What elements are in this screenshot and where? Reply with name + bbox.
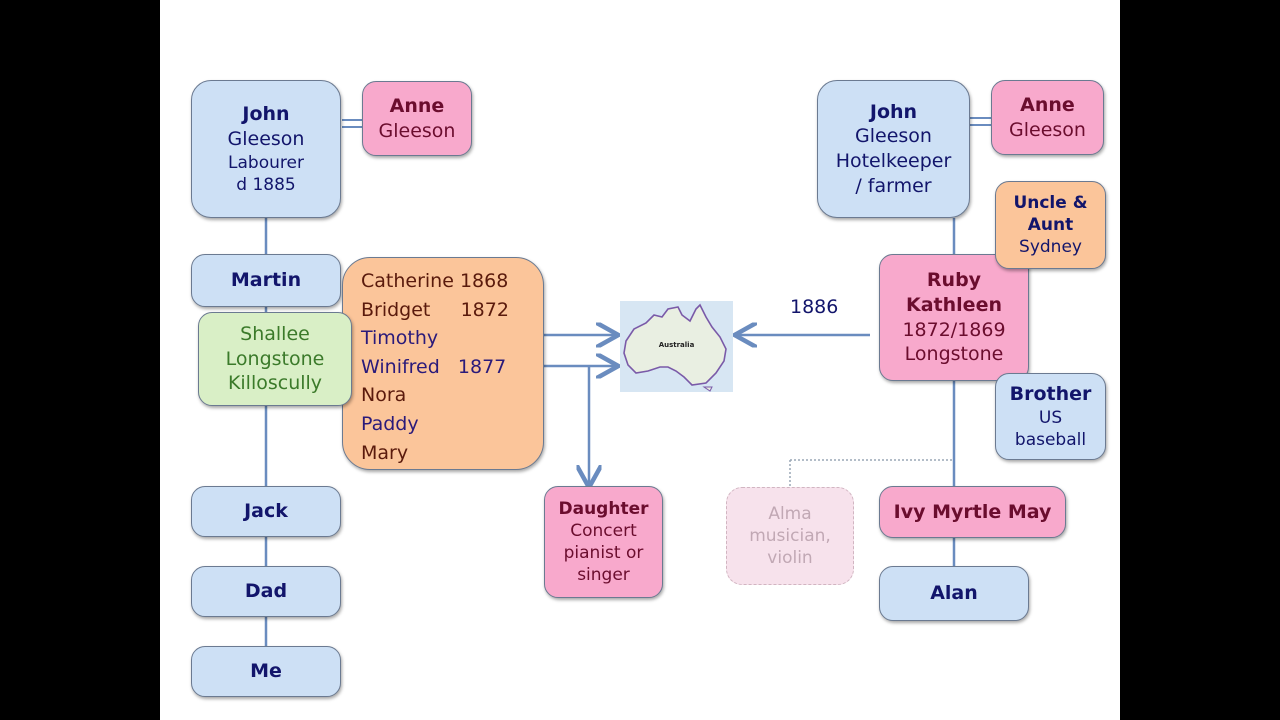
person-ruby-kathleen: Ruby Kathleen 1872/1869 Longstone <box>879 254 1029 381</box>
siblings-list: Catherine 1868 Bridget 1872 Timothy Winifre… <box>342 257 544 470</box>
person-martin: Martin <box>191 254 341 307</box>
person-ivy-myrtle-may: Ivy Myrtle May <box>879 486 1066 538</box>
person-jack: Jack <box>191 486 341 537</box>
person-me: Me <box>191 646 341 697</box>
person-alan: Alan <box>879 566 1029 621</box>
sibling-paddy: Paddy <box>361 412 419 435</box>
sibling-mary: Mary <box>361 441 409 464</box>
person-dad: Dad <box>191 566 341 617</box>
sibling-timothy: Timothy <box>361 327 439 350</box>
place-shallee: Shallee Longstone Killoscully <box>198 312 352 406</box>
person-anne-gleeson-right: Anne Gleeson <box>991 80 1104 155</box>
sibling-catherine: Catherine 1868 <box>361 270 509 292</box>
sibling-nora: Nora <box>361 384 407 407</box>
arrival-year: 1886 <box>790 296 839 318</box>
person-alma-faded: Alma musician, violin <box>726 487 854 585</box>
relative-uncle-aunt: Uncle & Aunt Sydney <box>995 181 1106 269</box>
relative-brother: Brother US baseball <box>995 373 1106 460</box>
sibling-bridget: Bridget 1872 <box>361 298 509 321</box>
australia-map: Australia <box>620 301 733 392</box>
person-john-gleeson-right: John Gleeson Hotelkeeper / farmer <box>817 80 970 218</box>
person-daughter: Daughter Concert pianist or singer <box>544 486 663 598</box>
person-anne-gleeson-left: Anne Gleeson <box>362 81 472 156</box>
person-john-gleeson-left: John Gleeson Labourer d 1885 <box>191 80 341 218</box>
sibling-winifred: Winifred 1877 <box>361 355 507 378</box>
